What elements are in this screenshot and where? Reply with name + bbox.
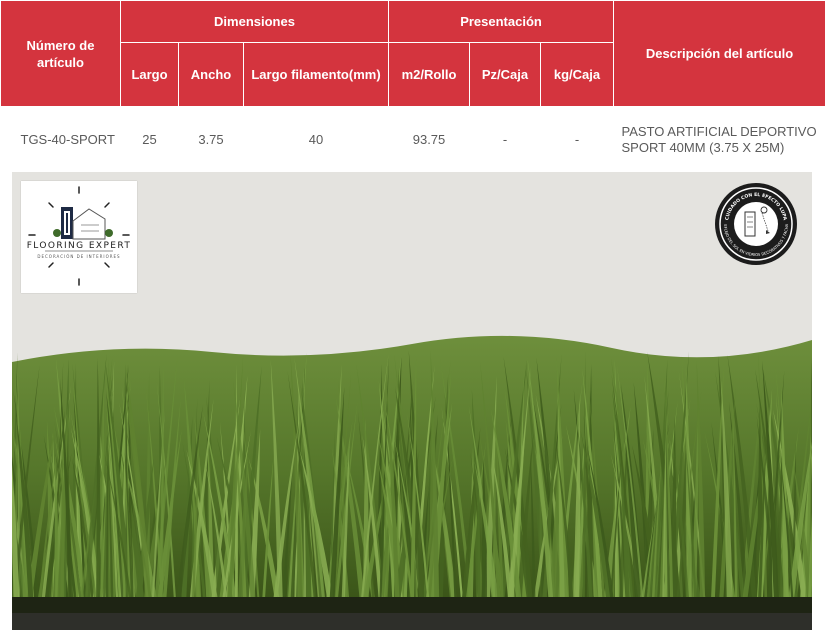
cell-pz-caja: - bbox=[469, 106, 541, 173]
cell-m2-rollo: 93.75 bbox=[388, 106, 470, 173]
logo-subtext: DECORACIÓN DE INTERIORES bbox=[37, 254, 121, 259]
table-row: TGS-40-SPORT 25 3.75 40 93.75 - - PASTO … bbox=[0, 106, 825, 173]
cell-ancho: 3.75 bbox=[178, 106, 244, 173]
header-kg-caja: kg/Caja bbox=[540, 42, 615, 107]
flooring-expert-logo: FLOORING EXPERT DECORACIÓN DE INTERIORES bbox=[21, 181, 137, 293]
header-m2-rollo: m2/Rollo bbox=[388, 42, 471, 107]
magnifier-warning-badge: CUIDADO CON EL EFECTO LUPA EL REFLEJO DE… bbox=[715, 183, 797, 265]
spec-table: Número de artículo Dimensiones Presentac… bbox=[0, 0, 825, 173]
header-largo-filamento: Largo filamento(mm) bbox=[242, 42, 390, 107]
header-ancho: Ancho bbox=[178, 42, 244, 107]
header-largo: Largo bbox=[120, 42, 179, 107]
header-dimensiones: Dimensiones bbox=[119, 0, 390, 43]
cell-numero: TGS-40-SPORT bbox=[0, 106, 121, 173]
logo-text: FLOORING EXPERT bbox=[26, 241, 132, 251]
cell-descripcion: PASTO ARTIFICIAL DEPORTIVO SPORT 40MM (3… bbox=[613, 106, 825, 173]
cell-largo-filamento: 40 bbox=[243, 106, 389, 173]
header-presentacion: Presentación bbox=[388, 0, 615, 43]
header-descripcion: Descripción del artículo bbox=[613, 0, 825, 107]
cell-kg-caja: - bbox=[540, 106, 614, 173]
header-numero: Número de artículo bbox=[0, 0, 121, 107]
header-pz-caja: Pz/Caja bbox=[469, 42, 542, 107]
cell-largo: 25 bbox=[120, 106, 179, 173]
